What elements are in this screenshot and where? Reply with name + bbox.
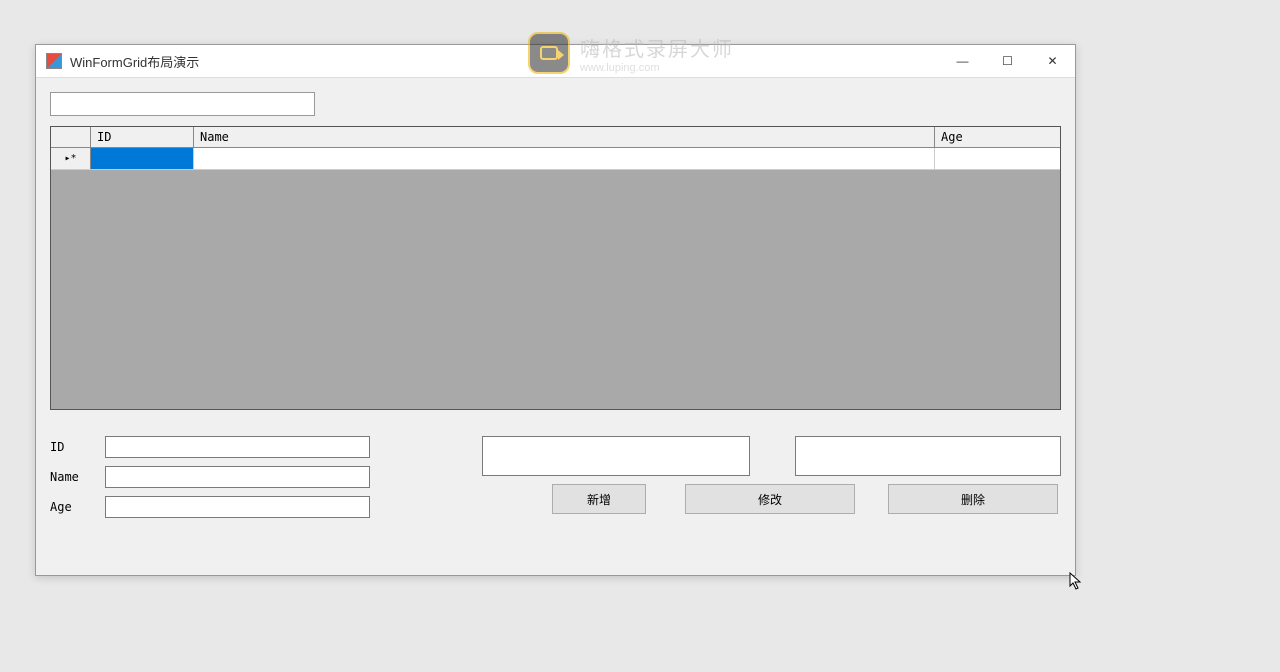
cell-name[interactable] — [194, 148, 935, 169]
row-selector-header — [51, 127, 91, 147]
column-header-id[interactable]: ID — [91, 127, 194, 147]
edit-textarea[interactable] — [795, 436, 1061, 476]
edit-delete-buttons: 修改 删除 — [795, 484, 1058, 514]
form-row-name: Name — [50, 466, 407, 488]
input-age[interactable] — [105, 496, 370, 518]
row-indicator-icon: ▸* — [51, 148, 91, 169]
cell-id[interactable] — [91, 148, 194, 169]
close-button[interactable]: ✕ — [1030, 45, 1075, 77]
title-bar: WinFormGrid布局演示 — ☐ ✕ — [36, 45, 1075, 78]
form-row-id: ID — [50, 436, 407, 458]
label-name: Name — [50, 470, 105, 484]
label-id: ID — [50, 440, 105, 454]
column-header-name[interactable]: Name — [194, 127, 935, 147]
input-name[interactable] — [105, 466, 370, 488]
label-age: Age — [50, 500, 105, 514]
app-icon — [46, 53, 62, 69]
form-fields: ID Name Age — [50, 436, 407, 518]
add-button[interactable]: 新增 — [552, 484, 646, 514]
cell-age[interactable] — [935, 148, 1060, 169]
add-textarea[interactable] — [482, 436, 750, 476]
maximize-button[interactable]: ☐ — [985, 45, 1030, 77]
input-id[interactable] — [105, 436, 370, 458]
column-header-age[interactable]: Age — [935, 127, 1060, 147]
grid-header-row: ID Name Age — [51, 127, 1060, 148]
window-controls: — ☐ ✕ — [940, 45, 1075, 77]
minimize-button[interactable]: — — [940, 45, 985, 77]
form-area: ID Name Age 新增 修改 — [50, 436, 1061, 518]
grid-new-row[interactable]: ▸* — [51, 148, 1060, 170]
edit-button[interactable]: 修改 — [685, 484, 855, 514]
form-row-age: Age — [50, 496, 407, 518]
app-window: WinFormGrid布局演示 — ☐ ✕ ID Name Age ▸* — [35, 44, 1076, 576]
filter-input[interactable] — [50, 92, 315, 116]
window-title: WinFormGrid布局演示 — [70, 52, 940, 71]
edit-delete-column: 修改 删除 — [795, 436, 1061, 518]
delete-button[interactable]: 删除 — [888, 484, 1058, 514]
content-area: ID Name Age ▸* ID Name — [36, 78, 1075, 575]
data-grid[interactable]: ID Name Age ▸* — [50, 126, 1061, 410]
